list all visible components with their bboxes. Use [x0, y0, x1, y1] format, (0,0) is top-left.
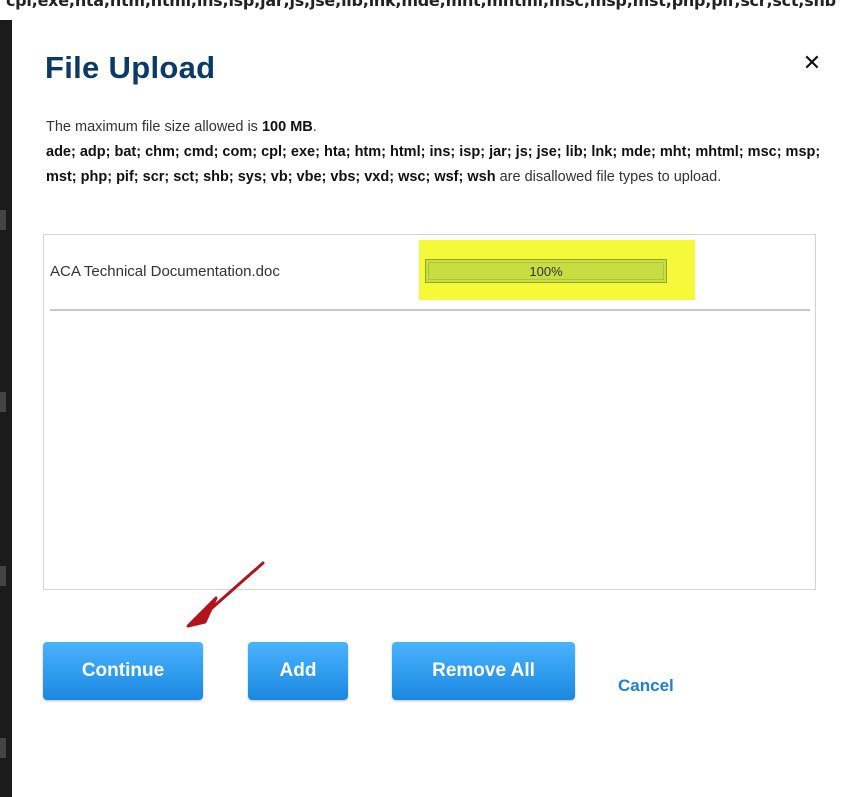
- upload-progress-fill: 100%: [428, 262, 664, 280]
- cancel-link[interactable]: Cancel: [618, 676, 674, 696]
- disallowed-types-suffix: are disallowed file types to upload.: [495, 169, 722, 185]
- upload-progress-bar: 100%: [425, 259, 667, 283]
- background-file-types-text: cpl;exe;hta;htm;html;ins;isp;jar;js;jse;…: [6, 0, 836, 10]
- background-page-strip: cpl;exe;hta;htm;html;ins;isp;jar;js;jse;…: [0, 0, 842, 20]
- file-list: ACA Technical Documentation.doc 100%: [43, 234, 816, 590]
- file-upload-dialog: File Upload ✕ The maximum file size allo…: [12, 18, 842, 797]
- max-size-value: 100 MB: [261, 119, 313, 135]
- add-button[interactable]: Add: [248, 642, 348, 700]
- background-edge-mark: [0, 392, 6, 412]
- background-edge-mark: [0, 210, 6, 230]
- dialog-title: File Upload: [45, 50, 216, 85]
- file-row: ACA Technical Documentation.doc 100%: [50, 235, 810, 311]
- background-edge-mark: [0, 566, 6, 586]
- upload-info: The maximum file size allowed is 100 MB.…: [46, 115, 826, 190]
- max-size-suffix: .: [312, 119, 317, 135]
- disallowed-types-line: ade; adp; bat; chm; cmd; com; cpl; exe; …: [46, 140, 826, 190]
- continue-button[interactable]: Continue: [43, 642, 203, 700]
- max-size-line: The maximum file size allowed is 100 MB.: [46, 115, 826, 140]
- remove-all-button[interactable]: Remove All: [392, 642, 575, 700]
- max-size-prefix: The maximum file size allowed is: [46, 119, 262, 135]
- close-icon[interactable]: ✕: [800, 52, 824, 76]
- file-name: ACA Technical Documentation.doc: [50, 263, 280, 280]
- background-edge-mark: [0, 738, 6, 758]
